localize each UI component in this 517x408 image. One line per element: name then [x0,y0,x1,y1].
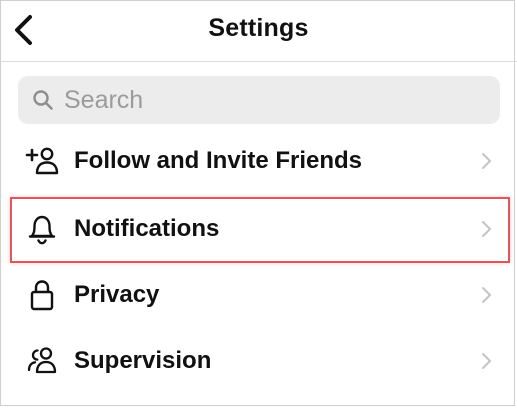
menu-item-label: Privacy [74,281,160,308]
menu-item-notifications[interactable]: Notifications [0,198,517,260]
people-icon [24,343,60,379]
header-bar: Settings [0,0,517,62]
menu-item-supervision[interactable]: Supervision [0,330,517,392]
chevron-right-icon [478,283,494,307]
search-icon [33,90,53,110]
bell-icon [24,211,60,247]
add-person-icon [24,143,60,179]
menu-item-follow-invite-friends[interactable]: Follow and Invite Friends [0,130,517,192]
menu-item-label: Notifications [74,215,220,242]
search-bar[interactable] [18,76,500,124]
menu-item-label: Follow and Invite Friends [74,147,363,174]
chevron-right-icon [478,349,494,373]
menu-item-privacy[interactable]: Privacy [0,264,517,326]
chevron-right-icon [478,149,494,173]
chevron-right-icon [478,217,494,241]
menu-item-label: Supervision [74,347,212,374]
page-title: Settings [208,14,309,42]
search-input[interactable] [64,80,464,120]
lock-icon [24,277,60,313]
